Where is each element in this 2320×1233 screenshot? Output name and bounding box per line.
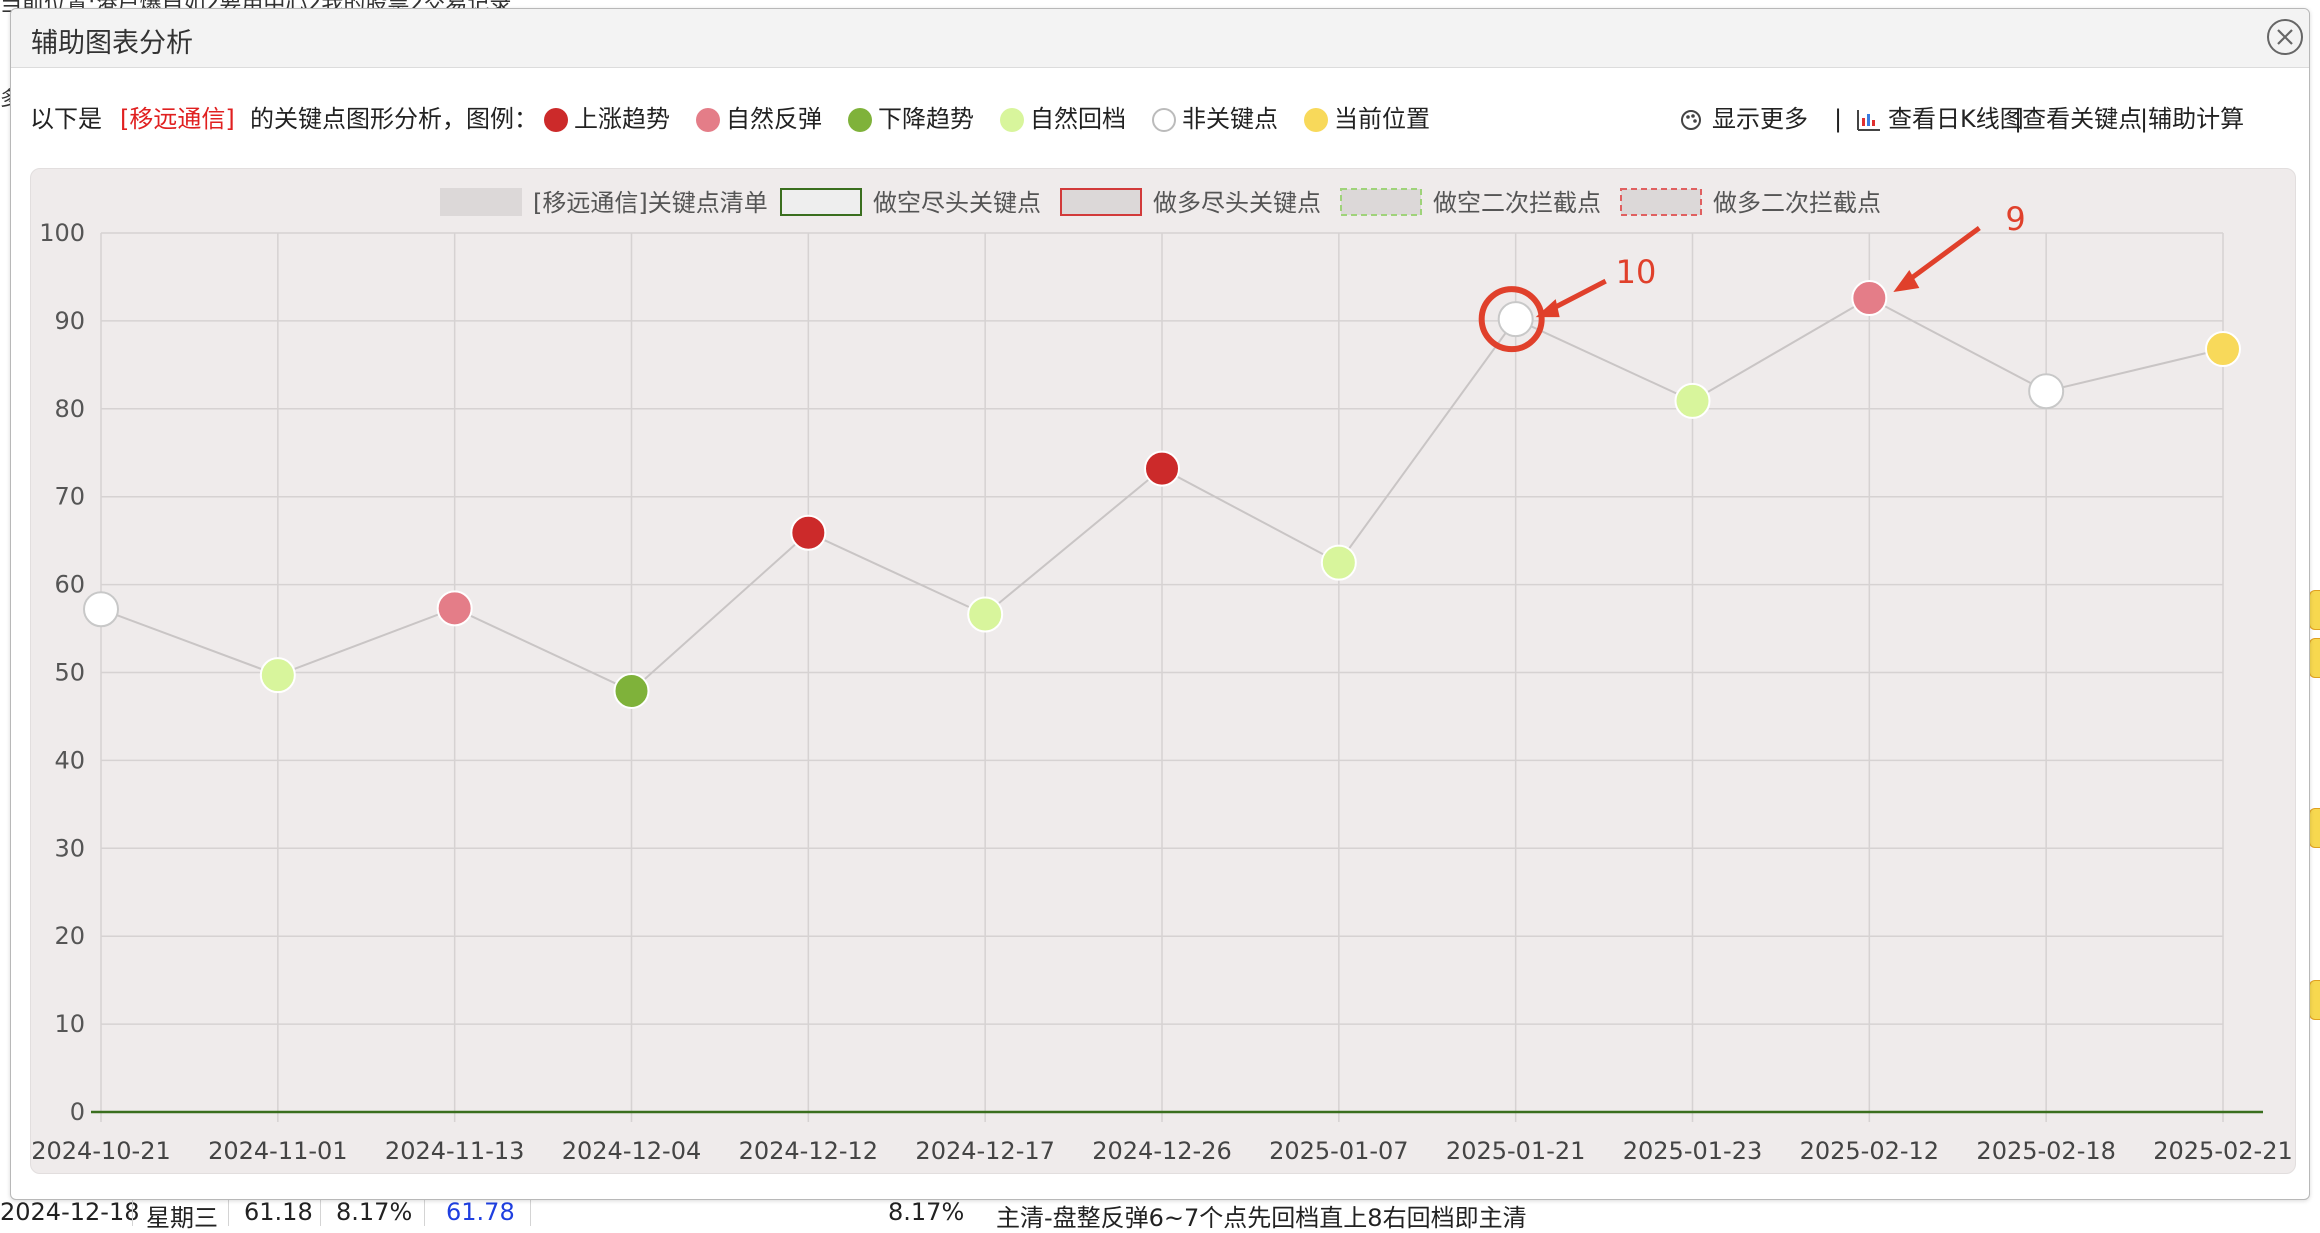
x-tick-label: 2025-01-21 [1446, 1137, 1585, 1165]
data-point [1851, 280, 1888, 317]
y-tick-label: 20 [54, 922, 85, 950]
annotation-arrow-shaft [1901, 226, 1981, 287]
annotation-label: 9 [2005, 200, 2025, 238]
data-point [2205, 331, 2241, 368]
bg-pct2: 8.17% [888, 1198, 965, 1226]
bg-pct: 8.17% [336, 1198, 413, 1226]
x-tick-label: 2025-01-07 [1269, 1137, 1408, 1165]
legend-label-4: 做多二次拦截点 [1713, 189, 1881, 217]
legend-up-label: 上涨趋势 [574, 105, 670, 133]
link-separator: | [1834, 105, 1843, 133]
legend-current-dot-icon [1304, 108, 1328, 132]
x-tick-label: 2024-12-17 [915, 1137, 1054, 1165]
legend-label-2: 做多尽头关键点 [1153, 189, 1321, 217]
bg-weekday: 星期三 [146, 1204, 218, 1232]
chart-links: 显示更多 | 查看日K线图 |查看关键点 |辅助计算 [1680, 102, 2280, 136]
show-more-link[interactable]: 显示更多 [1712, 102, 1808, 136]
legend-down-label: 下降趋势 [878, 105, 974, 133]
legend-swatch-4 [1620, 188, 1702, 216]
stock-name: [移远通信] [120, 105, 235, 133]
y-tick-label: 100 [39, 219, 85, 247]
legend-swatch-1 [780, 188, 862, 216]
kline-chart-icon [1857, 110, 1880, 131]
annotation-label: 10 [1616, 253, 1657, 291]
data-point [967, 596, 1004, 633]
y-tick-label: 70 [54, 483, 85, 511]
legend-swatch-2 [1060, 188, 1142, 216]
legend-swatch-0 [440, 188, 522, 216]
line-chart: [移远通信]关键点清单 做空尽头关键点 做多尽头关键点 做空二次拦截点 做多二次拦截点 0… [31, 188, 2293, 1165]
bg-note: 主清-盘整反弹6~7个点先回档直上8右回档即主清 [996, 1204, 1527, 1232]
chart-panel: [移远通信]关键点清单 做空尽头关键点 做多尽头关键点 做空二次拦截点 做多二次拦截点 0… [30, 168, 2296, 1174]
data-point [1320, 544, 1357, 581]
legend-pullback-dot-icon [1000, 108, 1024, 132]
x-tick-label: 2025-02-18 [1976, 1137, 2115, 1165]
y-tick-label: 50 [54, 659, 85, 687]
x-tick-label: 2024-10-21 [31, 1137, 170, 1165]
dialog-header: 辅助图表分析 [11, 9, 2309, 68]
legend-nonkey-label: 非关键点 [1182, 105, 1278, 133]
view-keypoints-link[interactable]: |查看关键点 [2014, 102, 2142, 136]
x-tick-label: 2024-11-01 [208, 1137, 347, 1165]
y-tick-label: 40 [54, 746, 85, 774]
bg-price-blue: 61.78 [446, 1198, 515, 1226]
data-point [1144, 450, 1180, 487]
data-point [259, 657, 296, 694]
x-tick-label: 2025-02-12 [1800, 1137, 1939, 1165]
data-point [790, 514, 827, 551]
x-tick-label: 2025-01-23 [1623, 1137, 1762, 1165]
data-point [83, 591, 119, 628]
info-prefix: 以下是 [30, 105, 102, 133]
y-tick-label: 10 [54, 1010, 85, 1038]
x-tick-label: 2024-11-13 [385, 1137, 524, 1165]
legend-up-dot-icon [544, 108, 568, 132]
data-point [1674, 382, 1711, 419]
assist-calc-link[interactable]: |辅助计算 [2140, 102, 2244, 136]
legend-label-1: 做空尽头关键点 [873, 189, 1041, 217]
data-point [436, 590, 473, 627]
legend-label-0: [移远通信]关键点清单 [533, 189, 768, 217]
view-kline-link[interactable]: 查看日K线图 [1888, 102, 2024, 136]
bg-date: 2024-12-18 [0, 1198, 140, 1226]
y-tick-label: 60 [54, 571, 85, 599]
data-point [613, 672, 650, 709]
dialog-title: 辅助图表分析 [31, 28, 193, 59]
legend-label-3: 做空二次拦截点 [1433, 189, 1601, 217]
x-tick-label: 2025-02-21 [2153, 1137, 2292, 1165]
bg-price: 61.18 [244, 1198, 313, 1226]
palette-icon [1681, 110, 1701, 130]
legend-swatch-3 [1340, 188, 1422, 216]
x-tick-label: 2024-12-26 [1092, 1137, 1231, 1165]
legend-pullback-label: 自然回档 [1030, 105, 1126, 133]
legend-current-label: 当前位置 [1334, 105, 1430, 133]
legend-rebound-dot-icon [696, 108, 720, 132]
x-tick-label: 2024-12-04 [562, 1137, 701, 1165]
y-tick-label: 0 [70, 1098, 85, 1126]
info-suffix: 的关键点图形分析，图例： [250, 105, 538, 133]
legend-nonkey-dot-icon [1152, 108, 1176, 132]
close-icon [2277, 29, 2293, 45]
x-tick-label: 2024-12-12 [739, 1137, 878, 1165]
legend-rebound-label: 自然反弹 [726, 105, 822, 133]
legend-down-dot-icon [848, 108, 872, 132]
y-tick-label: 90 [54, 307, 85, 335]
close-button[interactable] [2267, 19, 2303, 55]
data-point [2028, 373, 2065, 410]
y-tick-label: 80 [54, 395, 85, 423]
data-point [1497, 301, 1534, 338]
y-tick-label: 30 [54, 834, 85, 862]
